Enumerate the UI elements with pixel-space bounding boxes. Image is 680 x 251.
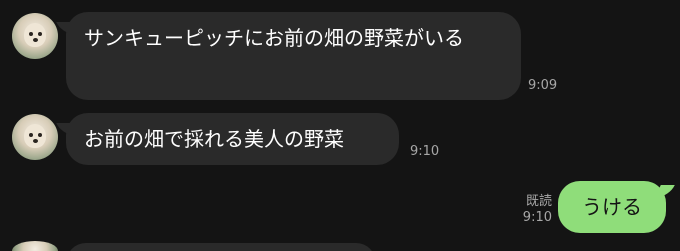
dog-avatar-icon: [24, 124, 46, 148]
read-receipt: 既読: [525, 194, 552, 209]
message-time: 9:10: [522, 210, 552, 225]
sender-avatar[interactable]: [12, 13, 58, 59]
message-time: 9:09: [528, 78, 558, 93]
message-bubble[interactable]: サンキューピッチにお前の畑の野菜がいる: [66, 12, 521, 100]
message-time: 9:10: [410, 144, 440, 159]
dog-avatar-icon: [24, 23, 46, 47]
sender-avatar[interactable]: [12, 241, 58, 251]
message-bubble[interactable]: うける: [558, 181, 666, 233]
message-bubble[interactable]: [66, 243, 376, 251]
chat-history[interactable]: サンキューピッチにお前の畑の野菜がいる 9:09 お前の畑で採れる美人の野菜 9…: [0, 0, 680, 251]
message-bubble[interactable]: お前の畑で採れる美人の野菜: [66, 113, 399, 165]
sender-avatar[interactable]: [12, 114, 58, 160]
